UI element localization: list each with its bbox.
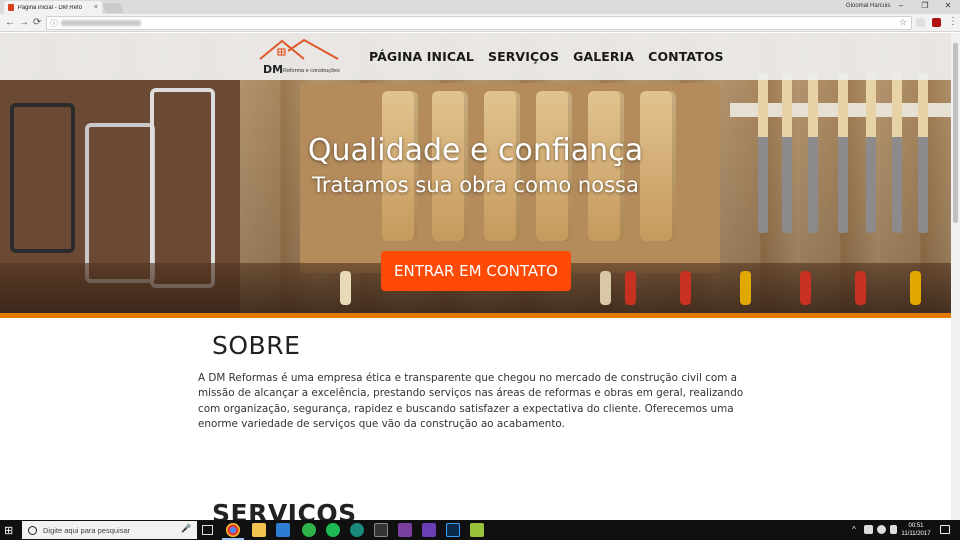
hero-title: Qualidade e confiança (0, 133, 951, 168)
minimize-button[interactable]: – (890, 1, 912, 10)
scrollbar-thumb[interactable] (953, 43, 958, 223)
tray-expand-icon[interactable]: ^ (852, 525, 856, 534)
url-text-blurred (61, 20, 141, 26)
task-view-icon[interactable] (202, 525, 213, 535)
hero-subtitle: Tratamos sua obra como nossa (312, 173, 639, 197)
logo-subtitle: Reforma e construções (283, 68, 340, 74)
main-nav: PÁGINA INICAL SERVIÇOS GALERIA CONTATOS (369, 49, 724, 64)
tool-handle-decoration (855, 271, 866, 305)
maximize-button[interactable]: ❐ (914, 1, 936, 10)
tab-close-icon[interactable]: × (94, 4, 98, 11)
servicos-heading: SERVIÇOS (212, 499, 357, 520)
reload-icon[interactable]: ⟳ (33, 17, 41, 28)
nav-link-services[interactable]: SERVIÇOS (488, 49, 559, 64)
whatsapp-icon[interactable] (302, 523, 316, 537)
chrome-app-icon[interactable] (222, 523, 244, 540)
dropbox-icon[interactable] (864, 525, 873, 534)
site-favicon-icon (8, 4, 14, 11)
browser-tab[interactable]: Página inicial - DM Refo × (4, 1, 102, 14)
tool-handle-decoration (680, 271, 691, 305)
taskbar-clock[interactable]: 00:51 11/11/2017 (898, 522, 934, 538)
hero-title-text: Qualidade e confiança (307, 133, 644, 168)
nav-link-home[interactable]: PÁGINA INICAL (369, 49, 474, 64)
sobre-heading: SOBRE (212, 331, 301, 360)
spotify-icon[interactable] (326, 523, 340, 537)
notepad-plus-icon[interactable] (470, 523, 484, 537)
address-bar[interactable]: ⓘ ☆ (46, 16, 912, 30)
extension-cast-icon[interactable] (916, 18, 925, 27)
forward-icon[interactable]: → (19, 17, 29, 28)
tool-handle-decoration (600, 271, 611, 305)
network-icon[interactable] (890, 525, 897, 534)
clock-time: 00:51 (908, 523, 924, 529)
tool-handle-decoration (340, 271, 351, 305)
profile-name[interactable]: Gloomal Harcuis (846, 3, 890, 9)
cortana-icon (28, 525, 37, 535)
site-header: DM Reforma e construções PÁGINA INICAL S… (0, 33, 951, 80)
calculator-icon[interactable] (398, 523, 412, 537)
windows-start-icon[interactable]: ⊞ (4, 524, 13, 537)
clock-date: 11/11/2017 (901, 531, 931, 537)
back-icon[interactable]: ← (5, 17, 15, 28)
photoshop-icon[interactable] (446, 523, 460, 537)
tool-handle-decoration (625, 271, 636, 305)
windows-taskbar: ⊞ Digite aqui para pesquisar 🎤 ^ 00:51 1… (0, 520, 960, 540)
file-explorer-icon[interactable] (252, 523, 266, 537)
web-page: DM Reforma e construções PÁGINA INICAL S… (0, 33, 951, 520)
taskbar-search-placeholder: Digite aqui para pesquisar (43, 525, 131, 535)
site-logo[interactable]: DM Reforma e construções (258, 37, 350, 77)
store-icon[interactable] (276, 523, 290, 537)
sobre-paragraph: A DM Reformas é uma empresa ética e tran… (198, 372, 744, 430)
new-tab-button[interactable] (102, 3, 124, 13)
tool-handle-decoration (740, 271, 751, 305)
contact-cta-button[interactable]: ENTRAR EM CONTATO (381, 251, 571, 291)
browser-menu-icon[interactable]: ⋮ (948, 16, 958, 27)
page-scrollbar[interactable] (951, 33, 960, 520)
nav-link-contacts[interactable]: CONTATOS (648, 49, 723, 64)
tab-title: Página inicial - DM Refo (17, 4, 83, 11)
notification-center-icon[interactable] (940, 525, 950, 534)
tool-handle-decoration (800, 271, 811, 305)
nav-link-gallery[interactable]: GALERIA (573, 49, 634, 64)
onedrive-icon[interactable] (877, 525, 886, 534)
close-window-button[interactable]: ✕ (937, 1, 959, 10)
taskbar-search-box[interactable]: Digite aqui para pesquisar 🎤 (22, 521, 197, 539)
section-divider (0, 313, 951, 318)
logo-initials: DM (263, 63, 284, 76)
browser-toolbar: ← → ⟳ ⓘ ☆ ⋮ (0, 14, 960, 32)
tool-handle-decoration (910, 271, 921, 305)
visual-studio-icon[interactable] (422, 523, 436, 537)
app-icon[interactable] (350, 523, 364, 537)
extension-pdf-icon[interactable] (932, 18, 941, 27)
site-info-icon[interactable]: ⓘ (50, 18, 58, 29)
bookmark-star-icon[interactable]: ☆ (899, 17, 907, 28)
browser-tab-strip: Página inicial - DM Refo × Gloomal Harcu… (0, 0, 960, 14)
terminal-icon[interactable] (374, 523, 388, 537)
microphone-icon[interactable]: 🎤 (181, 524, 191, 533)
